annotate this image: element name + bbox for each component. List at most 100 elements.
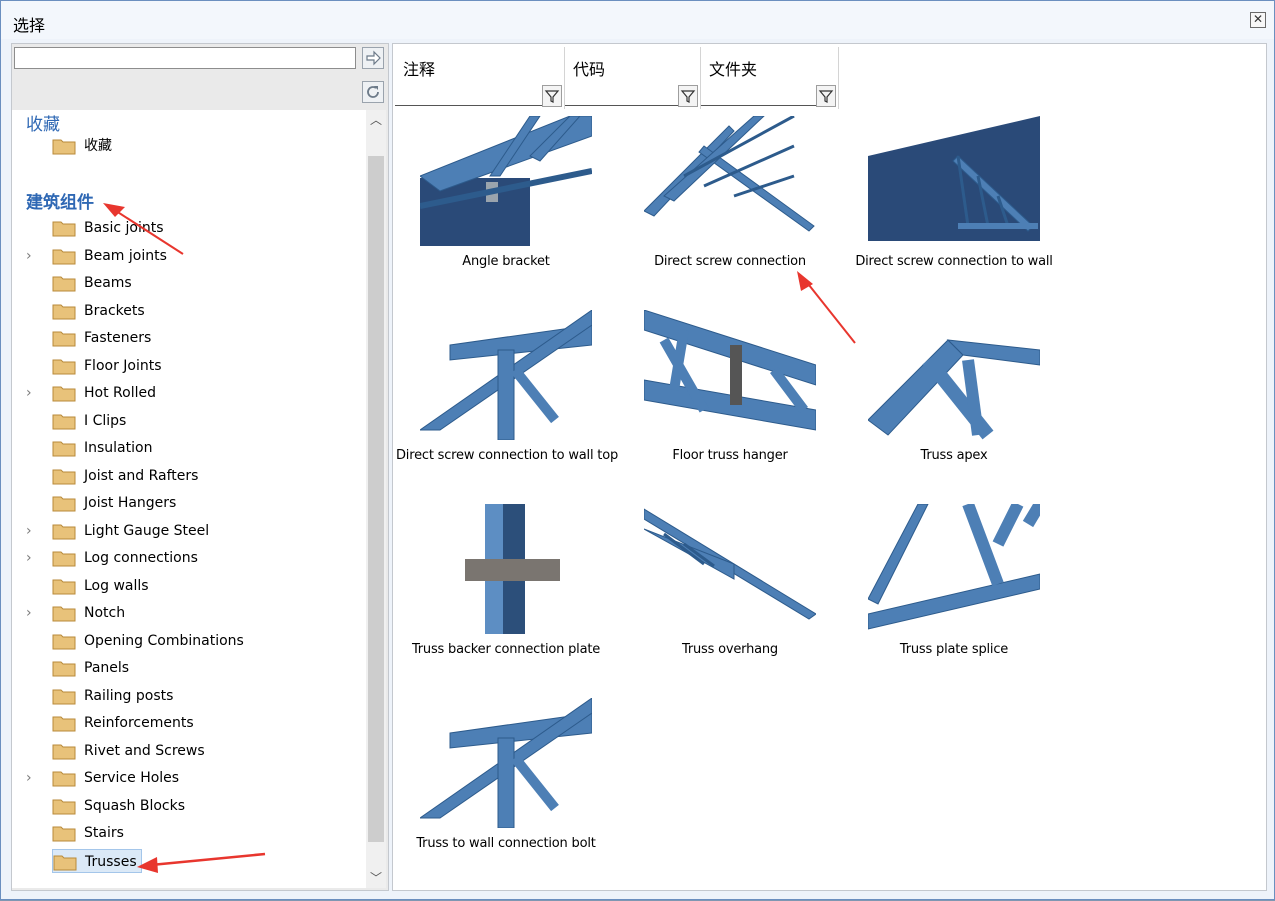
tree-item[interactable]: Insulation — [52, 436, 152, 460]
direct-screw-connection-to-wall-top-icon — [420, 310, 592, 440]
folder-icon — [52, 386, 76, 402]
expand-chevron-icon[interactable]: › — [26, 546, 38, 570]
column-filter-field[interactable] — [701, 105, 816, 106]
tree-item-label: Railing posts — [84, 687, 174, 704]
folder-icon — [52, 359, 76, 374]
tree-item[interactable]: Log connections — [52, 546, 198, 570]
folder-icon — [53, 855, 77, 870]
tree-item[interactable]: I Clips — [52, 409, 126, 433]
tree-section-building-components[interactable]: 建筑组件 — [26, 188, 94, 213]
thumbnail-caption: Truss to wall connection bolt — [416, 836, 596, 851]
tree-item-label: Hot Rolled — [84, 385, 156, 401]
tree-item[interactable]: Panels — [52, 656, 129, 680]
tree-item[interactable]: Light Gauge Steel — [52, 519, 209, 543]
thumbnail-caption: Floor truss hanger — [672, 448, 788, 463]
thumbnail-caption: Direct screw connection to wall top — [396, 448, 618, 463]
tree-item[interactable]: Squash Blocks — [52, 794, 185, 818]
filter-icon — [818, 90, 834, 103]
tree-item-label: Notch — [84, 605, 126, 621]
arrow-right-icon — [366, 50, 381, 66]
component-thumbnail[interactable]: Direct screw connection — [620, 116, 840, 269]
tree-item[interactable]: Log walls — [52, 574, 149, 598]
scroll-thumb[interactable] — [368, 156, 384, 842]
tree-item[interactable]: Trusses — [52, 848, 142, 873]
floor-truss-hanger-icon — [644, 310, 816, 440]
component-thumbnail[interactable]: Truss to wall connection bolt — [396, 698, 616, 851]
tree-item-label: Stairs — [84, 825, 124, 841]
tree-item-label: Log walls — [84, 577, 149, 594]
tree-item[interactable]: Hot Rolled — [52, 381, 156, 405]
tree-item[interactable]: Beams — [52, 271, 132, 295]
column-header-code[interactable]: 代码 — [565, 47, 701, 109]
expand-chevron-icon[interactable]: › — [26, 766, 38, 790]
expand-chevron-icon[interactable]: › — [26, 381, 38, 405]
tree-item[interactable]: Basic joints — [52, 216, 164, 240]
folder-icon — [52, 551, 76, 567]
folder-icon — [52, 469, 76, 484]
filter-button[interactable] — [678, 85, 698, 107]
column-header-label: 文件夹 — [709, 60, 758, 79]
expand-chevron-icon[interactable]: › — [26, 601, 38, 625]
folder-icon — [52, 826, 76, 842]
tree-item[interactable]: Fasteners — [52, 326, 151, 350]
tree-item[interactable]: Beam joints — [52, 244, 167, 268]
tree-section-favorites[interactable]: 收藏 — [26, 110, 60, 135]
tree-item-label: Reinforcements — [84, 715, 194, 731]
close-button[interactable]: ✕ — [1250, 12, 1266, 28]
expand-chevron-icon[interactable]: › — [26, 519, 38, 543]
window-title: 选择 — [13, 16, 46, 35]
component-thumbnail[interactable]: Truss backer connection plate — [396, 504, 616, 657]
tree-item-label: Basic joints — [84, 220, 164, 236]
tree-scrollbar[interactable]: ︿ ﹀ — [366, 110, 386, 888]
tree-item[interactable]: Service Holes — [52, 766, 179, 790]
component-thumbnail[interactable]: Truss overhang — [620, 504, 840, 657]
folder-icon — [52, 689, 76, 704]
tree-item-favorites[interactable]: 收藏 — [52, 134, 112, 158]
column-header-folder[interactable]: 文件夹 — [701, 47, 839, 109]
close-icon: ✕ — [1252, 12, 1264, 26]
tree-item-label: Squash Blocks — [84, 797, 186, 814]
tree-item-label: Floor Joints — [84, 357, 162, 374]
column-filter-field[interactable] — [565, 105, 678, 106]
filter-button[interactable] — [816, 85, 836, 107]
thumbnail-caption: Direct screw connection to wall — [855, 254, 1053, 269]
tree-item[interactable]: Joist Hangers — [52, 491, 176, 515]
column-filter-field[interactable] — [395, 105, 542, 106]
component-thumbnail[interactable]: Floor truss hanger — [620, 310, 840, 463]
tree-item[interactable]: Reinforcements — [52, 711, 194, 735]
tree-item[interactable]: Rivet and Screws — [52, 739, 205, 763]
tree-item-label: Opening Combinations — [84, 632, 244, 649]
search-input[interactable] — [14, 47, 356, 69]
thumbnail-caption: Truss overhang — [682, 642, 778, 657]
filter-icon — [544, 90, 560, 103]
component-thumbnail[interactable]: Truss plate splice — [844, 504, 1064, 657]
folder-icon — [52, 414, 76, 429]
refresh-icon — [367, 86, 379, 98]
tree-item-label: Joist and Rafters — [84, 467, 199, 484]
folder-icon — [52, 771, 76, 787]
tree-item[interactable]: Opening Combinations — [52, 629, 244, 653]
angle-bracket-icon — [420, 116, 592, 246]
go-button[interactable] — [362, 47, 384, 69]
scroll-down-button[interactable]: ﹀ — [366, 868, 386, 888]
filter-button[interactable] — [542, 85, 562, 107]
component-thumbnail[interactable]: Direct screw connection to wall top — [396, 310, 618, 463]
component-thumbnail[interactable]: Direct screw connection to wall — [844, 116, 1064, 269]
component-thumbnail[interactable]: Truss apex — [844, 310, 1064, 463]
tree-item[interactable]: Joist and Rafters — [52, 464, 198, 488]
direct-screw-connection-icon — [644, 116, 816, 246]
tree-item[interactable]: Brackets — [52, 299, 145, 323]
column-header-label: 注释 — [403, 60, 436, 79]
expand-chevron-icon[interactable]: › — [26, 244, 38, 268]
tree-item[interactable]: Floor Joints — [52, 354, 162, 378]
title-bar: 选择 ✕ — [1, 1, 1274, 39]
folder-icon — [52, 331, 76, 347]
refresh-button[interactable] — [362, 81, 384, 103]
column-header-comment[interactable]: 注释 — [395, 47, 565, 109]
component-thumbnail[interactable]: Angle bracket — [396, 116, 616, 269]
tree-item[interactable]: Stairs — [52, 821, 124, 845]
tree-item[interactable]: Notch — [52, 601, 125, 625]
tree-item-label: Service Holes — [84, 770, 180, 786]
tree-item[interactable]: Railing posts — [52, 684, 173, 708]
scroll-up-button[interactable]: ︿ — [366, 110, 386, 130]
